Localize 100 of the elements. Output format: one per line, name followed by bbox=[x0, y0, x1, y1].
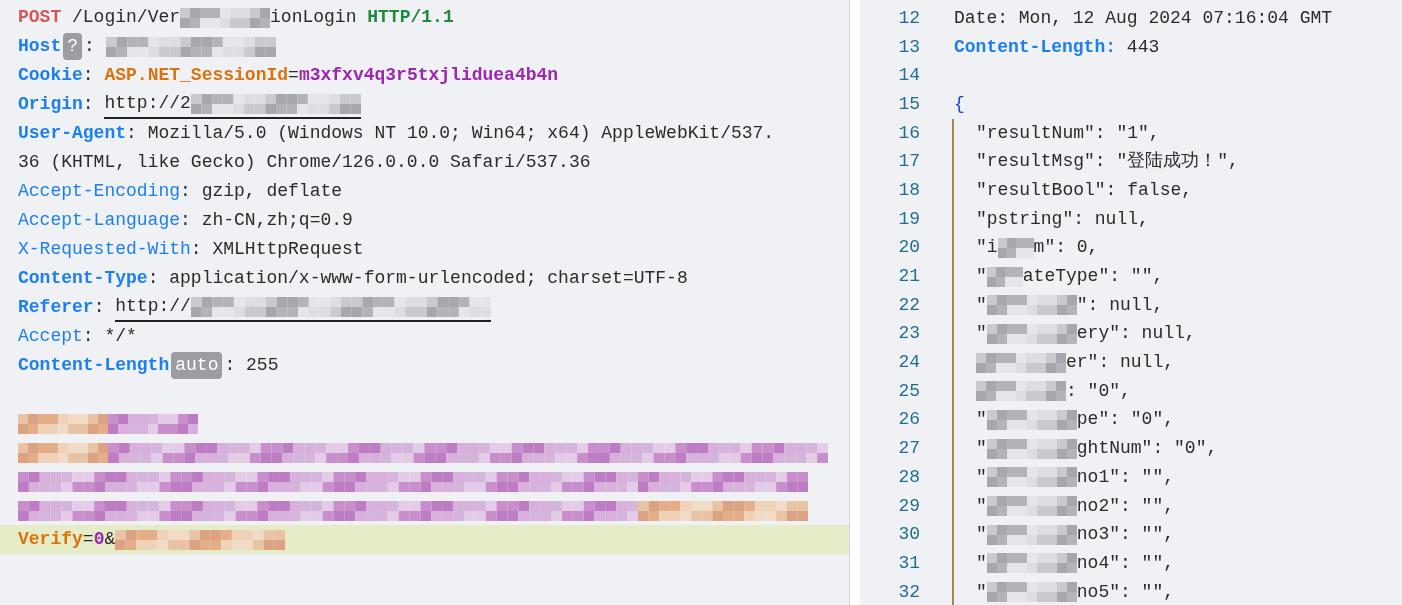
code-text: no1": "", bbox=[1076, 465, 1175, 489]
editor-line[interactable]: 36 (KHTML, like Gecko) Chrome/126.0.0.0 Safari/537.36 bbox=[0, 148, 849, 177]
header-name: Accept-Encoding bbox=[18, 180, 181, 203]
line-number: 21 bbox=[897, 265, 920, 289]
line-number: 16 bbox=[897, 121, 920, 145]
code-text: http://2 bbox=[104, 92, 191, 115]
code-text: Date: Mon, 12 Aug 2024 07:16:04 GMT bbox=[954, 6, 1333, 30]
line-number: 13 bbox=[897, 35, 920, 59]
editor-line[interactable]: Cookie: ASP.NET_SessionId=m3xfxv4q3r5txjliduea4b4n bbox=[0, 61, 849, 90]
code-text: : */* bbox=[82, 325, 137, 348]
line-number: 32 bbox=[897, 580, 920, 604]
json-brace: { bbox=[954, 92, 965, 116]
header-name: User-Agent bbox=[18, 122, 127, 145]
code-text: " bbox=[976, 465, 987, 489]
code-text: m": 0, bbox=[1033, 236, 1099, 260]
code-text: " bbox=[976, 437, 987, 461]
header-name: X-Requested-With bbox=[18, 238, 191, 261]
line-number: 18 bbox=[897, 178, 920, 202]
editor-line[interactable]: Content-Length auto : 255 bbox=[0, 351, 849, 380]
code-text: : application/x-www-form-urlencoded; charset=UTF-8 bbox=[147, 267, 688, 290]
line-number: 29 bbox=[897, 494, 920, 518]
editor-line[interactable]: Accept: */* bbox=[0, 322, 849, 351]
line-number: 25 bbox=[897, 379, 920, 403]
code-text: : "0", bbox=[1066, 379, 1131, 403]
line-number: 19 bbox=[897, 207, 920, 231]
code-text: " bbox=[976, 494, 987, 518]
code-text: "resultNum": "1", bbox=[976, 121, 1160, 145]
line-number: 20 bbox=[897, 236, 920, 260]
line-number: 23 bbox=[897, 322, 920, 346]
code-text: ghtNum": "0", bbox=[1076, 437, 1218, 461]
code-text: pe": "0", bbox=[1076, 408, 1175, 432]
code-text: " bbox=[976, 293, 987, 317]
editor-line[interactable]: Accept-Encoding: gzip, deflate bbox=[0, 177, 849, 206]
line-number: 28 bbox=[897, 465, 920, 489]
code-text: no5": "", bbox=[1076, 580, 1175, 604]
code-text: /Login/Ver bbox=[71, 6, 181, 29]
code-text: ": null, bbox=[1076, 293, 1164, 317]
http-method: POST bbox=[18, 6, 62, 29]
header-name: Accept bbox=[18, 325, 83, 348]
code-text: = bbox=[288, 64, 299, 87]
code-text: ery": null, bbox=[1076, 322, 1196, 346]
editor-line[interactable]: User-Agent: Mozilla/5.0 (Windows NT 10.0; Win64; x64) AppleWebKit/537. bbox=[0, 119, 849, 148]
code-text: " bbox=[976, 408, 987, 432]
code-text: er": null, bbox=[1066, 351, 1175, 375]
line-number: 31 bbox=[897, 551, 920, 575]
code-text: : 255 bbox=[224, 354, 279, 377]
editor-line[interactable]: Host ? : bbox=[0, 32, 849, 61]
redaction-mosaic bbox=[997, 237, 1034, 258]
code-text: : Mozilla/5.0 (Windows NT 10.0; Win64; x64) AppleWebKit/537. bbox=[126, 122, 775, 145]
code-text: : bbox=[93, 296, 106, 319]
parameter-name: ASP.NET_SessionId bbox=[104, 64, 289, 87]
line-number: 30 bbox=[897, 523, 920, 547]
code-text: " bbox=[976, 523, 987, 547]
code-text: : bbox=[82, 93, 95, 116]
line-number: 26 bbox=[897, 408, 920, 432]
line-number: 24 bbox=[897, 351, 920, 375]
line-number: 14 bbox=[897, 64, 920, 88]
code-text: & bbox=[104, 528, 116, 551]
parameter-value: m3xfxv4q3r5txjliduea4b4n bbox=[298, 64, 559, 87]
code-text: : bbox=[84, 35, 96, 58]
code-text: : XMLHttpRequest bbox=[190, 238, 364, 261]
parameter-name: Verify bbox=[18, 528, 83, 551]
code-text: no2": "", bbox=[1076, 494, 1175, 518]
line-number: 12 bbox=[897, 6, 920, 30]
line-number: 15 bbox=[897, 92, 920, 116]
code-text: "pstring": null, bbox=[976, 207, 1149, 231]
code-text: http:// bbox=[115, 295, 191, 318]
line-number: 17 bbox=[897, 150, 920, 174]
code-text: " bbox=[976, 580, 987, 604]
code-text: : gzip, deflate bbox=[180, 180, 343, 203]
header-name: Referer bbox=[18, 296, 94, 319]
code-text: = bbox=[82, 528, 94, 551]
editor-line[interactable]: Referer: http:// bbox=[0, 293, 849, 322]
header-name: Cookie bbox=[18, 64, 83, 87]
code-text: 36 (KHTML, like Gecko) Chrome/126.0.0.0 Safari/537.36 bbox=[18, 151, 591, 174]
line-number: 27 bbox=[897, 437, 920, 461]
parameter-value: 0 bbox=[93, 528, 105, 551]
code-text: no3": "", bbox=[1076, 523, 1175, 547]
code-text: "resultMsg": "登陆成功！", bbox=[976, 150, 1239, 174]
url-link[interactable]: http://2 bbox=[104, 90, 361, 119]
code-text: " bbox=[976, 322, 987, 346]
http-version: HTTP/1.1 bbox=[367, 6, 454, 29]
url-link[interactable]: http:// bbox=[115, 293, 491, 322]
code-text: ateType": "", bbox=[1022, 265, 1164, 289]
code-text: " bbox=[976, 551, 987, 575]
editor-line[interactable]: Accept-Language: zh-CN,zh;q=0.9 bbox=[0, 206, 849, 235]
header-name: Content-Length: bbox=[954, 35, 1117, 59]
editor-line[interactable]: X-Requested-With: XMLHttpRequest bbox=[0, 235, 849, 264]
editor-line[interactable]: Origin: http://2 bbox=[0, 90, 849, 119]
header-name: Content-Length bbox=[18, 354, 170, 377]
header-name: Accept-Language bbox=[18, 209, 181, 232]
editor-line[interactable]: Content-Type: application/x-www-form-urlencoded; charset=UTF-8 bbox=[0, 264, 849, 293]
header-name: Host bbox=[18, 35, 62, 58]
code-text: "i bbox=[976, 236, 998, 260]
editor-line[interactable]: POST /Login/Ver ionLogin HTTP/1.1 bbox=[0, 3, 849, 32]
code-text: 443 bbox=[1125, 35, 1160, 59]
code-text: : bbox=[82, 64, 95, 87]
code-text: ionLogin bbox=[270, 6, 358, 29]
header-name: Content-Type bbox=[18, 267, 148, 290]
header-name: Origin bbox=[18, 93, 83, 116]
